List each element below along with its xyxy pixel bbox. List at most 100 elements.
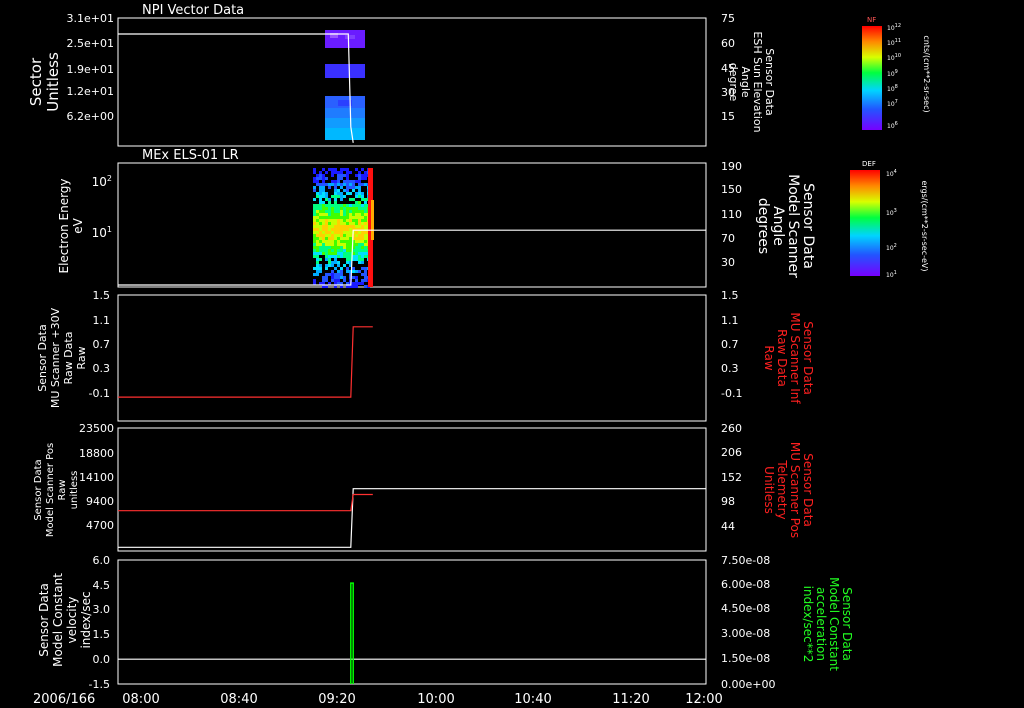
pos-ytick-0: 23500 [79,422,114,435]
colorbar-def-mid-1: 102 [886,243,897,252]
pos-y2label-0: Sensor Data [801,453,815,527]
colorbar-def-units: ergs/(cm**2-sr-sec-eV) [920,180,929,271]
panel-scanner-pos: 23500 18800 14100 9400 4700 260 206 152 … [33,422,815,552]
mc-ylabel-2: velocity [65,597,79,644]
panel-els-heatmap [313,168,370,288]
mu30-y2tick-2: 0.7 [721,338,739,351]
mu30-y2tick-3: 0.3 [721,362,739,375]
pos-y2tick-0: 260 [721,422,742,435]
mc-y2tick-0: 7.50e-08 [721,554,770,567]
panel-npi-left-ticks: 3.1e+01 2.5e+01 1.9e+01 1.2e+01 6.2e+00 [67,12,114,123]
els-y2tick-4: 30 [721,256,735,269]
mu30-ytick-1: 1.1 [93,314,111,327]
colorbar-nf-mid-4: 107 [887,99,898,108]
colorbar-nf-mid-0: 1011 [887,38,901,47]
colorbar-nf: NF 1012 1011 1010 109 108 107 106 cnts/(… [862,16,931,130]
panel-npi-title: NPI Vector Data [142,3,244,18]
colorbar-nf-mid-1: 1010 [887,53,901,62]
els-ytick-0: 102 [92,174,112,189]
panel-npi: NPI Vector Data 3.1e+01 2.5e+01 1.9e+01 … [27,3,776,147]
figure: NPI Vector Data 3.1e+01 2.5e+01 1.9e+01 … [27,3,931,707]
pos-y2label-3: Unitless [762,466,776,514]
time-tick-0: 08:00 [122,692,159,707]
time-tick-4: 10:40 [514,692,551,707]
mc-y2label-2: acceleration [814,587,828,661]
npi-ytick-2: 1.9e+01 [67,63,114,76]
pos-y2label-1: MU Scanner Pos [788,442,802,538]
els-ylabel-0: Electron Energy [57,178,71,273]
mc-ytick-1: 4.5 [93,579,111,592]
npi-y2tick-4: 15 [721,110,735,123]
panel-mu-30v-frame [117,294,707,422]
scanner-angle-line [118,229,706,286]
colorbar-nf-mid-2: 109 [887,69,898,78]
time-tick-5: 11:20 [612,692,649,707]
mc-y2tick-2: 4.50e-08 [721,602,770,615]
mu30-ytick-4: -0.1 [89,387,110,400]
mc-y2tick-5: 0.00e+00 [721,678,775,691]
panel-mu-30v-left-ticks: 1.5 1.1 0.7 0.3 -0.1 [89,289,110,400]
panel-els-title: MEx ELS-01 LR [142,148,239,163]
mu30-y2label-1: MU Scanner Inf [788,312,802,404]
mu30-y2tick-4: -0.1 [721,387,742,400]
colorbar-def: DEF 104 103 102 101 ergs/(cm**2-sr-sec-e… [850,160,929,279]
sun-elevation-line [118,33,354,143]
pos-ytick-2: 14100 [79,471,114,484]
time-tick-2: 09:20 [318,692,355,707]
mc-ylabel-0: Sensor Data [37,583,51,657]
npi-y2tick-0: 75 [721,12,735,25]
colorbar-def-gradient [850,170,880,276]
colorbar-def-bottom: 101 [886,270,897,279]
time-tick-3: 10:00 [417,692,454,707]
mu30-ytick-0: 1.5 [93,289,111,302]
panel-scanner-pos-frame [117,427,707,552]
pos-y2tick-4: 44 [721,520,735,533]
npi-y2tick-1: 60 [721,37,735,50]
pos-y2tick-2: 152 [721,471,742,484]
mc-y2label-1: Model Constant [827,577,841,671]
panel-els: MEx ELS-01 LR 102 101 190 150 110 70 30 … [57,148,816,288]
npi-ytick-1: 2.5e+01 [67,37,114,50]
colorbar-nf-units: cnts/(cm**2-sr-sec) [922,35,931,112]
pos-ylabel-2: Raw [57,479,68,500]
mc-ytick-3: 1.5 [93,628,111,641]
panel-model-constant: 6.0 4.5 3.0 1.5 0.0 -1.5 7.50e-08 6.00e-… [37,554,854,691]
mc-y2tick-1: 6.00e-08 [721,578,770,591]
npi-ytick-4: 6.2e+00 [67,110,114,123]
els-y2label-0: Sensor Data [800,183,816,269]
pos-y2tick-3: 98 [721,495,735,508]
mu30-ylabel-0: Sensor Data [36,324,49,391]
time-tick-6: 12:00 [685,692,722,707]
npi-ylabel-0: Sector [27,57,45,106]
mu30-y2label-2: Raw Data [775,329,789,387]
mc-ylabel-1: Model Constant [51,573,65,667]
colorbar-nf-gradient [862,26,882,130]
els-y2tick-0: 190 [721,160,742,173]
mu30-ytick-3: 0.3 [93,362,111,375]
mu30-ylabel-1: MU Scanner +30V [49,307,62,408]
colorbar-nf-tag: NF [867,16,876,24]
panel-els-frame [117,162,707,288]
els-y2label-1: Model Scanner [785,174,801,278]
els-ylabel-1: eV [71,217,85,233]
mc-ytick-2: 3.0 [93,603,111,616]
els-y2tick-1: 150 [721,183,742,196]
npi-ytick-0: 3.1e+01 [67,12,114,25]
panel-mu-30v-right-ticks: 1.5 1.1 0.7 0.3 -0.1 [721,289,742,400]
model-scanner-pos-line [118,488,706,548]
mu30-y2tick-0: 1.5 [721,289,739,302]
mc-y2tick-3: 3.00e-08 [721,627,770,640]
colorbar-nf-bottom: 106 [887,121,898,130]
mu30-y2tick-1: 1.1 [721,314,739,327]
pos-ylabel-1: Model Scanner Pos [45,443,56,537]
colorbar-def-top: 104 [886,169,897,178]
els-y2label-3: degrees [755,198,771,254]
pos-ylabel-3: unitless [69,471,80,510]
colorbar-def-tag: DEF [862,160,876,168]
mu30-ylabel-3: Raw [75,346,88,369]
panel-scanner-pos-right-ticks: 260 206 152 98 44 [721,422,742,533]
colorbar-nf-top: 1012 [887,23,901,32]
npi-y2label-3: degree [727,63,740,102]
panel-model-constant-right-ticks: 7.50e-08 6.00e-08 4.50e-08 3.00e-08 1.50… [721,554,775,691]
colorbar-nf-mid-3: 108 [887,84,898,93]
